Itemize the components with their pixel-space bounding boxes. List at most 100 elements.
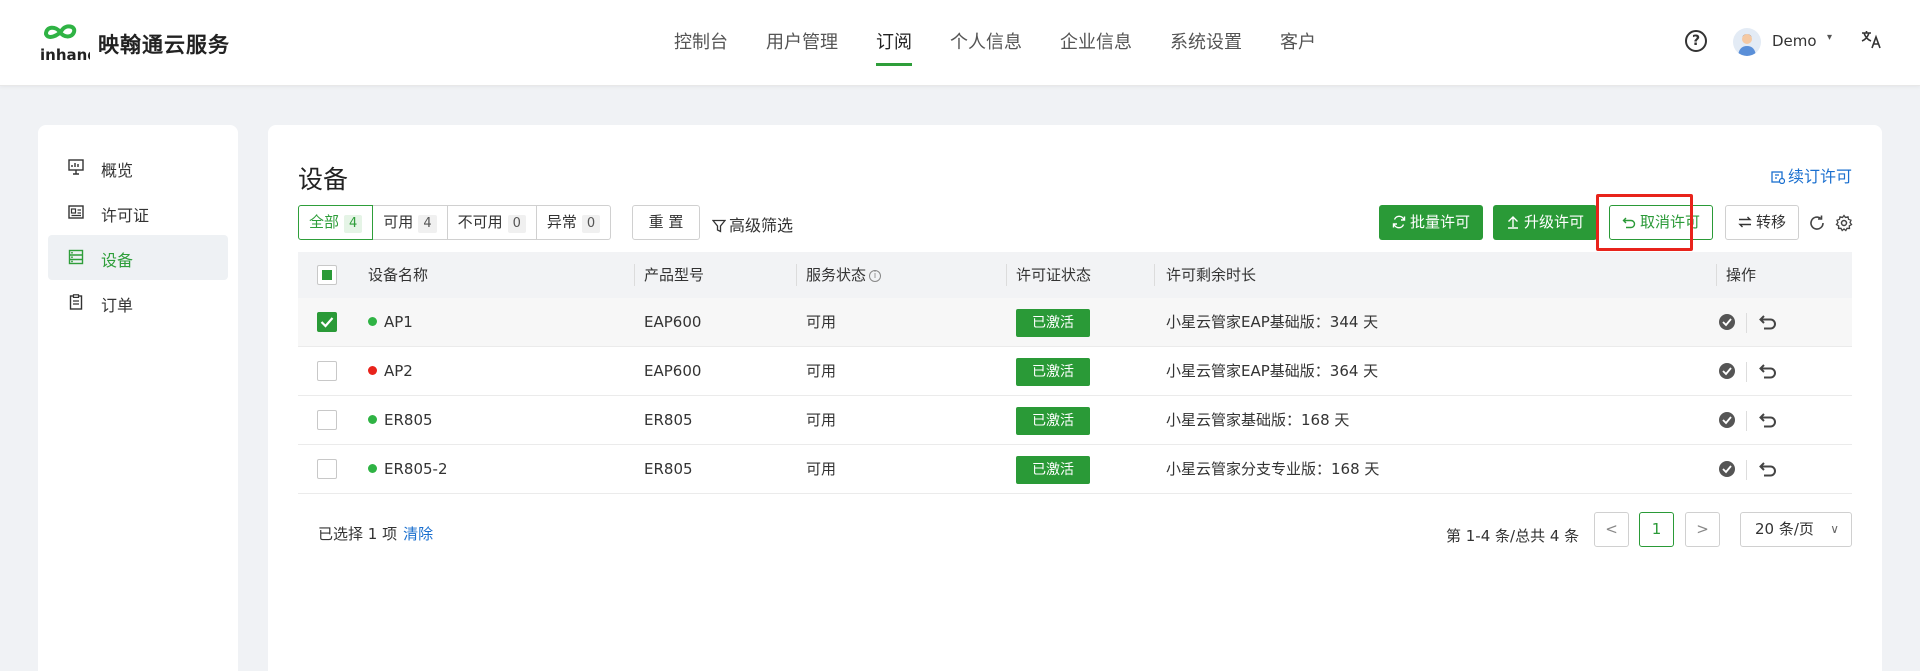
row-checkbox[interactable]	[317, 312, 337, 332]
undo-icon[interactable]	[1758, 362, 1778, 380]
check-circle-icon[interactable]	[1718, 313, 1736, 331]
cancel-license-label: 取消许可	[1639, 213, 1700, 231]
sidebar-item-license[interactable]: 许可证	[48, 190, 228, 235]
device-table: 设备名称 产品型号 服务状态 i 许可证状态 许可剩余时长 操作 AP1 EAP6…	[298, 252, 1852, 494]
upgrade-license-button[interactable]: 升级许可	[1493, 205, 1597, 240]
license-status-badge: 已激活	[1016, 406, 1090, 435]
dashboard-icon	[68, 159, 84, 175]
device-icon	[68, 249, 84, 265]
top-header: inhand 映翰通云服务 控制台 用户管理 订阅 个人信息 企业信息 系统设置…	[0, 0, 1920, 86]
check-circle-icon[interactable]	[1718, 460, 1736, 478]
column-device-name[interactable]: 设备名称	[368, 252, 428, 298]
page-title: 设备	[298, 165, 349, 194]
nav-subscription[interactable]: 订阅	[867, 0, 921, 86]
check-circle-icon[interactable]	[1718, 411, 1736, 429]
row-checkbox[interactable]	[317, 361, 337, 381]
service-status-cell: 可用	[806, 313, 837, 331]
product-model-cell: EAP600	[644, 313, 702, 331]
advanced-filter-button[interactable]: 高级筛选	[711, 212, 793, 236]
checkmark-icon	[320, 317, 334, 328]
sidebar-item-label: 设备	[101, 251, 134, 270]
filter-abnormal[interactable]: 异常 0	[535, 205, 612, 240]
table-row[interactable]: AP2 EAP600 可用 已激活 小星云管家EAP基础版：364 天	[298, 347, 1852, 396]
refresh-icon[interactable]	[1808, 214, 1826, 232]
upgrade-icon	[1507, 216, 1518, 229]
service-status-cell: 可用	[806, 362, 837, 380]
language-icon[interactable]	[1860, 28, 1882, 50]
license-icon	[68, 205, 84, 219]
table-header: 设备名称 产品型号 服务状态 i 许可证状态 许可剩余时长 操作	[298, 252, 1852, 298]
selection-summary: 已选择 1 项清除	[318, 523, 433, 544]
filter-label: 不可用	[457, 213, 503, 231]
remaining-time-cell: 小星云管家EAP基础版：344 天	[1166, 313, 1379, 331]
order-icon	[69, 294, 83, 310]
avatar[interactable]	[1733, 28, 1761, 56]
next-page-button[interactable]: >	[1685, 512, 1720, 547]
transfer-label: 转移	[1755, 213, 1786, 231]
nav-system-settings[interactable]: 系统设置	[1161, 0, 1251, 86]
inhand-logo[interactable]: inhand	[38, 22, 90, 64]
undo-icon[interactable]	[1758, 460, 1778, 478]
page-size-select[interactable]: 20 条/页 ∨	[1740, 512, 1852, 547]
batch-license-label: 批量许可	[1409, 213, 1470, 231]
renew-license-link[interactable]: 续订许可	[1771, 163, 1852, 187]
remaining-time-cell: 小星云管家EAP基础版：364 天	[1166, 362, 1379, 380]
table-row[interactable]: ER805 ER805 可用 已激活 小星云管家基础版：168 天	[298, 396, 1852, 445]
renew-icon	[1771, 171, 1786, 185]
nav-console[interactable]: 控制台	[665, 0, 737, 86]
remaining-time-cell: 小星云管家基础版：168 天	[1166, 411, 1350, 429]
column-divider	[634, 264, 635, 286]
nav-company-info[interactable]: 企业信息	[1051, 0, 1141, 86]
product-model-cell: ER805	[644, 460, 693, 478]
sidebar-item-overview[interactable]: 概览	[48, 145, 228, 190]
sidebar-item-orders[interactable]: 订单	[48, 280, 228, 325]
batch-license-button[interactable]: 批量许可	[1379, 205, 1483, 240]
column-product-model[interactable]: 产品型号	[644, 252, 704, 298]
transfer-button[interactable]: 转移	[1725, 205, 1799, 240]
column-operations: 操作	[1726, 266, 1757, 284]
nav-user-management[interactable]: 用户管理	[757, 0, 847, 86]
upgrade-license-label: 升级许可	[1523, 213, 1584, 231]
nav-personal-info[interactable]: 个人信息	[941, 0, 1031, 86]
license-status-cell: 已激活	[1016, 347, 1090, 396]
gear-icon[interactable]	[1835, 214, 1853, 232]
sidebar-item-devices[interactable]: 设备	[48, 235, 228, 280]
license-status-badge: 已激活	[1016, 455, 1090, 484]
select-all-checkbox[interactable]	[317, 265, 337, 285]
device-name: AP2	[384, 362, 413, 380]
service-status-cell: 可用	[806, 460, 837, 478]
page-1-button[interactable]: 1	[1639, 512, 1674, 547]
column-service-status[interactable]: 服务状态 i	[806, 252, 882, 298]
column-license-status[interactable]: 许可证状态	[1016, 252, 1091, 298]
device-name-cell[interactable]: AP1	[368, 298, 413, 347]
table-row[interactable]: ER805-2 ER805 可用 已激活 小星云管家分支专业版：168 天	[298, 445, 1852, 494]
undo-icon[interactable]	[1758, 313, 1778, 331]
reset-button[interactable]: 重 置	[632, 205, 700, 240]
prev-page-button[interactable]: <	[1594, 512, 1629, 547]
help-icon[interactable]: ?	[1685, 30, 1707, 52]
table-row[interactable]: AP1 EAP600 可用 已激活 小星云管家EAP基础版：344 天	[298, 298, 1852, 347]
nav-customers[interactable]: 客户	[1271, 0, 1325, 86]
column-remaining-time[interactable]: 许可剩余时长	[1166, 252, 1256, 298]
device-name-cell[interactable]: ER805-2	[368, 445, 448, 494]
row-checkbox[interactable]	[317, 410, 337, 430]
clear-selection-link[interactable]: 清除	[403, 525, 433, 543]
user-name[interactable]: Demo	[1772, 32, 1817, 50]
filter-unavailable[interactable]: 不可用 0	[446, 205, 537, 240]
row-checkbox[interactable]	[317, 459, 337, 479]
user-avatar-icon	[1738, 34, 1756, 56]
sidebar-item-label: 概览	[101, 161, 134, 180]
info-icon[interactable]: i	[869, 270, 882, 282]
device-name-cell[interactable]: AP2	[368, 347, 413, 396]
check-circle-icon[interactable]	[1718, 362, 1736, 380]
remaining-time-cell: 小星云管家分支专业版：168 天	[1166, 460, 1380, 478]
device-name: ER805-2	[384, 460, 448, 478]
operation-divider	[1746, 313, 1747, 333]
user-menu-caret-icon[interactable]: ▾	[1827, 32, 1832, 43]
device-name-cell[interactable]: ER805	[368, 396, 433, 445]
undo-icon[interactable]	[1758, 411, 1778, 429]
filter-all[interactable]: 全部 4	[298, 205, 374, 240]
cancel-license-button[interactable]: 取消许可	[1609, 205, 1713, 240]
filter-available[interactable]: 可用 4	[372, 205, 448, 240]
page-size-value: 20 条/页	[1755, 520, 1814, 538]
